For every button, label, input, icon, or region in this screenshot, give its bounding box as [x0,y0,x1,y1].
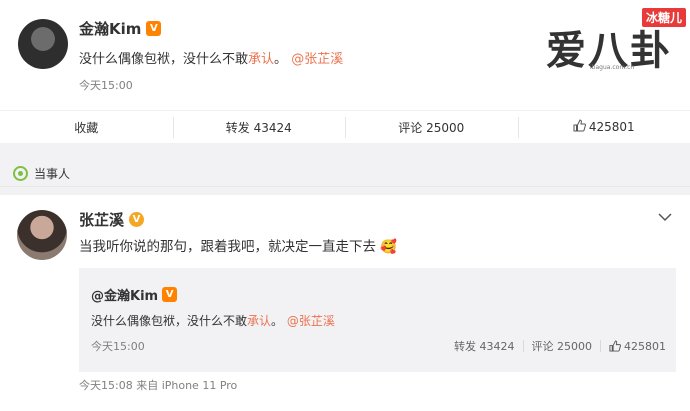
quoted-time[interactable]: 今天15:00 [91,338,145,354]
post-text-mid: 。 [274,52,288,67]
quoted-like-count[interactable]: 425801 [624,340,666,353]
quoted-text-highlight: 承认 [247,314,272,328]
original-post-card: 金瀚Kim V 没什么偶像包袱，没什么不敢承认。 @张芷溪 今天15:00 爱八… [0,0,690,143]
stats-separator [522,340,524,352]
quoted-author-text[interactable]: @金瀚Kim [91,285,158,304]
author-name-text[interactable]: 金瀚Kim [79,18,141,39]
author-name[interactable]: 金瀚Kim V [79,18,162,39]
reply-text: 当我听你说的那句，跟着我吧，就决定一直走下去 🥰 [79,235,397,255]
emoji-icon: 🥰 [380,239,398,255]
verified-badge-icon: V [129,212,145,227]
quoted-comment-count[interactable]: 评论 25000 [532,338,593,354]
post-text-highlight: 承认 [248,52,275,67]
section-label: 当事人 [13,165,70,182]
reply-author-text[interactable]: 张芷溪 [79,209,124,230]
post-time[interactable]: 今天15:00 [79,77,133,93]
quoted-text: 没什么偶像包袱，没什么不敢承认。 @张芷溪 [91,312,335,329]
avatar[interactable] [18,19,68,69]
quoted-stats: 转发 43424 评论 25000 425801 [454,338,666,354]
like-button[interactable]: 425801 [517,111,690,143]
location-pin-icon [13,166,28,181]
section-label-text: 当事人 [34,167,71,181]
verified-badge-icon: V [162,287,178,302]
repost-button[interactable]: 转发 43424 [172,111,346,143]
thumbs-up-icon [573,119,586,135]
divider [0,186,690,195]
quoted-mention-link[interactable]: @张芷溪 [287,314,335,328]
mention-link[interactable]: @张芷溪 [291,52,343,67]
watermark-logo: 爱八卦 冰糖儿 ibagua.com.cn [546,8,686,76]
reply-text-body: 当我听你说的那句，跟着我吧，就决定一直走下去 [79,239,376,255]
post-text: 没什么偶像包袱，没什么不敢承认。 @张芷溪 [79,48,343,67]
quoted-author[interactable]: @金瀚Kim V [91,285,178,304]
comment-button[interactable]: 评论 25000 [345,111,518,143]
reply-avatar[interactable] [17,210,67,260]
quoted-text-mid: 。 [271,314,284,328]
verified-badge-icon: V [146,21,162,36]
quoted-repost-count[interactable]: 转发 43424 [454,338,515,354]
repost-label: 转发 43424 [225,120,292,135]
watermark-url: ibagua.com.cn [590,64,635,71]
watermark-tag: 冰糖儿 [641,8,686,27]
favorite-button[interactable]: 收藏 [0,111,173,143]
like-count: 425801 [588,120,635,134]
quoted-text-prefix: 没什么偶像包袱，没什么不敢 [91,314,248,328]
quoted-post[interactable]: @金瀚Kim V 没什么偶像包袱，没什么不敢承认。 @张芷溪 今天15:00 转… [79,268,676,372]
action-bar: 收藏 转发 43424 评论 25000 425801 [0,110,690,143]
chevron-down-icon[interactable] [658,210,672,226]
comment-label: 评论 25000 [398,120,465,135]
favorite-label: 收藏 [74,120,99,135]
stats-separator [600,340,601,352]
reply-author-name[interactable]: 张芷溪 V [79,209,145,230]
thumbs-up-icon[interactable] [609,340,621,352]
post-text-prefix: 没什么偶像包袱，没什么不敢 [79,52,249,67]
reply-footer[interactable]: 今天15:08 来自 iPhone 11 Pro [79,377,237,393]
